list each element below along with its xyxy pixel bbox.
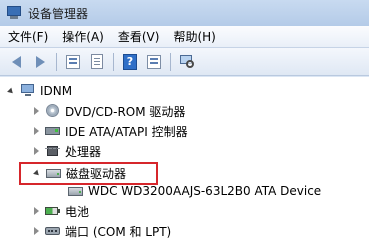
tree-root-label: IDNM — [40, 84, 73, 98]
toolbar-separator — [56, 52, 57, 71]
battery-icon — [45, 204, 61, 218]
menu-file[interactable]: 文件(F) — [8, 28, 48, 45]
ide-controller-icon — [45, 124, 61, 138]
tree-item-battery[interactable]: 电池 — [34, 201, 89, 221]
expand-icon[interactable] — [34, 107, 39, 115]
highlight-annotation — [19, 162, 158, 185]
tree-item-ports[interactable]: 端口 (COM 和 LPT) — [34, 221, 171, 240]
refresh-icon[interactable] — [144, 52, 164, 72]
menu-help[interactable]: 帮助(H) — [173, 28, 215, 45]
tree-item-ide[interactable]: IDE ATA/ATAPI 控制器 — [34, 121, 188, 141]
hard-disk-icon — [68, 184, 84, 198]
port-icon — [45, 224, 61, 238]
menu-bar: 文件(F) 操作(A) 查看(V) 帮助(H) — [0, 26, 369, 48]
expand-icon[interactable] — [34, 227, 39, 235]
collapse-icon[interactable] — [7, 87, 15, 95]
tree-item-label: DVD/CD-ROM 驱动器 — [65, 104, 186, 119]
processor-icon — [45, 144, 61, 158]
device-manager-icon — [6, 6, 22, 20]
tree-item-label: IDE ATA/ATAPI 控制器 — [65, 124, 188, 139]
window-icon[interactable] — [87, 52, 107, 72]
expand-icon[interactable] — [34, 207, 39, 215]
forward-icon[interactable] — [30, 52, 50, 72]
toolbar-separator — [170, 52, 171, 71]
tree-root[interactable]: IDNM — [7, 81, 73, 101]
tree-item-dvd[interactable]: DVD/CD-ROM 驱动器 — [34, 101, 185, 121]
window-title: 设备管理器 — [28, 6, 89, 21]
disc-drive-icon — [45, 104, 61, 118]
toolbar-separator — [113, 52, 114, 71]
properties-icon[interactable] — [63, 52, 83, 72]
menu-view[interactable]: 查看(V) — [118, 28, 160, 45]
toolbar: ? — [0, 48, 369, 76]
tree-item-processor[interactable]: 处理器 — [34, 141, 101, 161]
tree-item-label: 端口 (COM 和 LPT) — [65, 224, 172, 239]
back-icon[interactable] — [6, 52, 26, 72]
tree-item-label: 处理器 — [65, 144, 102, 159]
tree-item-label: 电池 — [65, 204, 90, 219]
menu-action[interactable]: 操作(A) — [62, 28, 104, 45]
help-icon[interactable]: ? — [120, 52, 140, 72]
scan-hardware-icon[interactable] — [177, 52, 197, 72]
device-tree: IDNM DVD/CD-ROM 驱动器 IDE ATA/ATAPI 控制器 处理… — [0, 77, 369, 240]
expand-icon[interactable] — [34, 127, 39, 135]
title-bar: 设备管理器 — [0, 0, 369, 26]
expand-icon[interactable] — [34, 147, 39, 155]
tree-item-label: WDC WD3200AAJS-63L2B0 ATA Device — [88, 184, 322, 198]
computer-icon — [20, 84, 36, 98]
